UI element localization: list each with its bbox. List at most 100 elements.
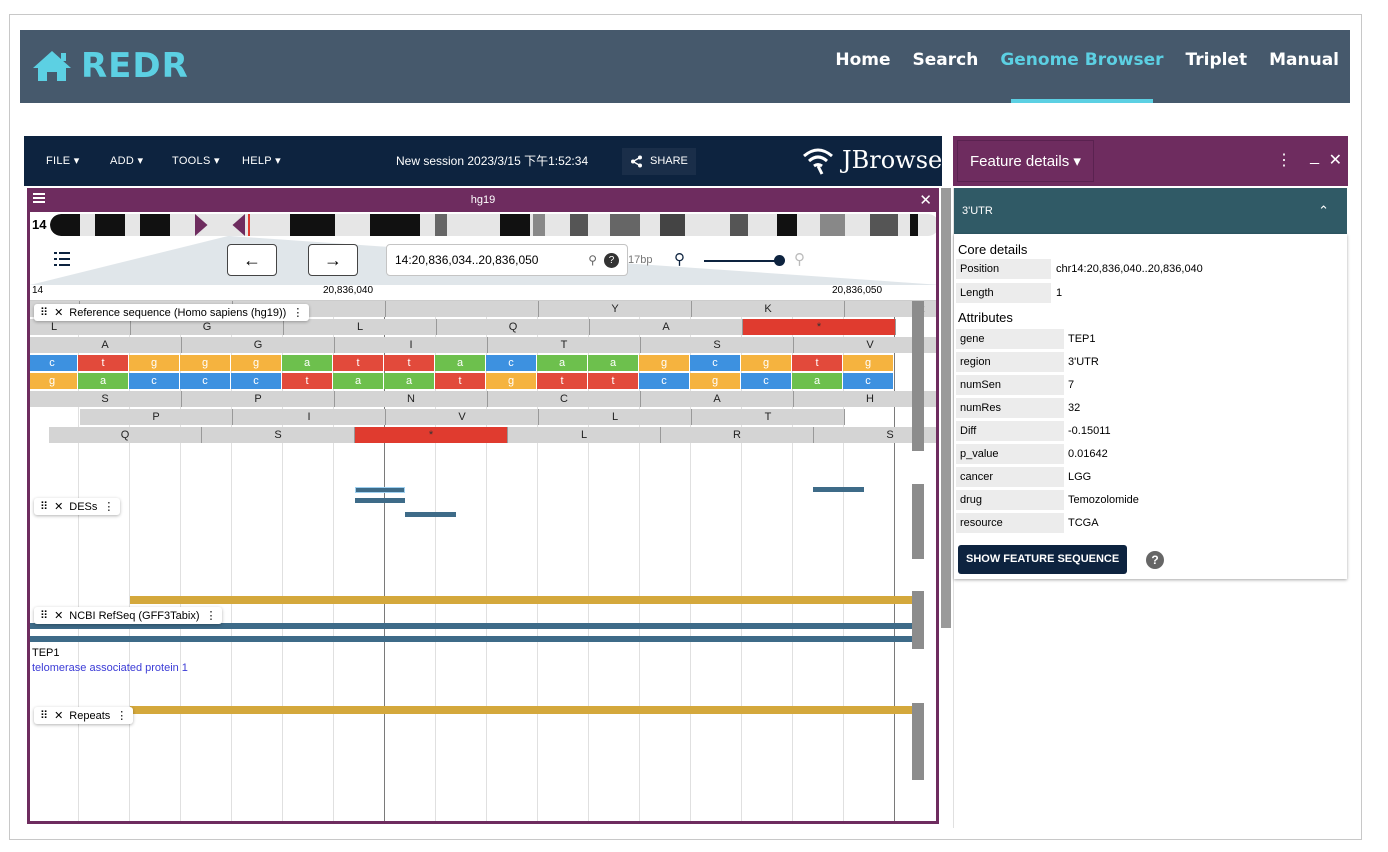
more-vert-icon[interactable]: ⋮	[1276, 150, 1292, 170]
ruler-tick: 20,836,040	[323, 285, 374, 296]
chevron-up-icon[interactable]: ⌃	[1318, 188, 1329, 234]
feature-details-title: Feature details	[970, 153, 1070, 170]
track-resize-bar[interactable]	[912, 591, 924, 649]
refseq-track-label[interactable]: ⠿ ✕ NCBI RefSeq (GFF3Tabix) ⋮	[34, 607, 223, 624]
zoom-in-icon[interactable]: ⚲	[794, 250, 805, 268]
nav-home[interactable]: Home	[824, 30, 901, 103]
tools-menu[interactable]: TOOLS ▾	[172, 136, 220, 186]
nav-triplet[interactable]: Triplet	[1175, 30, 1259, 103]
amino-acid-cell: L	[30, 319, 131, 335]
core-key: Position	[956, 259, 1051, 279]
track-menu-icon[interactable]: ⋮	[292, 306, 303, 319]
close-icon[interactable]: ✕	[1329, 150, 1342, 170]
jbrowse-logo-icon	[803, 148, 833, 175]
dess-track-label[interactable]: ⠿ ✕ DESs ⋮	[34, 498, 121, 515]
close-icon[interactable]: ✕	[54, 306, 63, 319]
base-cell: c	[843, 373, 894, 389]
feature-section-header[interactable]: 3'UTR ⌃	[954, 188, 1347, 234]
help-menu[interactable]: HELP ▾	[242, 136, 281, 186]
location-input[interactable]: 14:20,836,034..20,836,050 ⚲ ?	[386, 244, 628, 276]
feature-panel-header: Feature details ▾ ⋮ _ ✕	[953, 136, 1348, 186]
feature-details-menu[interactable]: Feature details ▾	[957, 140, 1094, 182]
search-icon[interactable]: ⚲	[588, 245, 597, 275]
track-resize-bar[interactable]	[912, 301, 924, 451]
amino-acid-cell: A	[641, 391, 794, 407]
zoom-slider-thumb[interactable]	[774, 255, 785, 266]
track-menu-icon[interactable]: ⋮	[103, 500, 114, 513]
track-menu-icon[interactable]: ⋮	[116, 709, 127, 722]
repeats-track-label[interactable]: ⠿ ✕ Repeats ⋮	[34, 707, 134, 724]
base-cell: g	[30, 373, 78, 389]
brand-name: REDR	[81, 46, 189, 86]
scrollbar-thumb[interactable]	[941, 188, 951, 628]
forward-sequence-row: ctgggattacaagcgtg	[30, 355, 924, 371]
core-value: 1	[1056, 287, 1063, 299]
share-button[interactable]: SHARE	[622, 148, 696, 175]
tools-menu-label: TOOLS	[172, 155, 211, 167]
amino-acid-cell: G	[182, 337, 335, 353]
amino-acid-cell: T	[692, 409, 845, 425]
close-icon[interactable]: ✕	[54, 709, 63, 722]
attr-row: numSen 7	[956, 375, 1345, 396]
drag-handle-icon[interactable]: ⠿	[40, 709, 48, 722]
refseq-utr-feature[interactable]	[130, 596, 924, 604]
drag-handle-icon[interactable]: ⠿	[40, 500, 48, 513]
base-cell: c	[486, 355, 537, 371]
jbrowse-logo-text: JBrowse	[842, 146, 943, 174]
zoom-slider-track[interactable]	[704, 260, 780, 262]
view-header: hg19 ✕	[30, 188, 936, 212]
position-ruler: 14 20,836,040 20,836,050	[30, 285, 936, 301]
amino-acid-cell: I	[335, 337, 488, 353]
track-resize-bar[interactable]	[912, 703, 924, 780]
refseq-track-name: NCBI RefSeq (GFF3Tabix)	[69, 609, 200, 622]
back-button[interactable]: ←	[227, 244, 277, 276]
drag-handle-icon[interactable]: ⠿	[40, 609, 48, 622]
show-feature-sequence-button[interactable]: SHOW FEATURE SEQUENCE	[958, 545, 1128, 574]
amino-acid-cell: L	[508, 427, 661, 443]
des-feature[interactable]	[355, 498, 405, 503]
share-icon	[631, 155, 642, 168]
refseq-transcript[interactable]	[30, 636, 924, 642]
base-cell: t	[792, 355, 843, 371]
des-feature[interactable]	[405, 512, 456, 517]
close-icon[interactable]: ✕	[54, 609, 63, 622]
core-value: chr14:20,836,040..20,836,040	[1056, 263, 1203, 275]
zoom-out-icon[interactable]: ⚲	[674, 250, 685, 268]
reference-track-label[interactable]: ⠿ ✕ Reference sequence (Homo sapiens (hg19…	[34, 304, 310, 321]
feature-details-card: Core details Position chr14:20,836,040..2…	[954, 234, 1347, 579]
close-icon[interactable]: ✕	[54, 500, 63, 513]
close-view-icon[interactable]: ✕	[919, 191, 932, 209]
nav-manual[interactable]: Manual	[1258, 30, 1350, 103]
zoom-control[interactable]: ⚲ ⚲	[674, 250, 834, 272]
forward-button[interactable]: →	[308, 244, 358, 276]
attr-key: Diff	[956, 421, 1064, 441]
bp-count: 17bp	[628, 254, 653, 266]
amino-acid-cell: L	[284, 319, 437, 335]
amino-acid-cell: P	[182, 391, 335, 407]
help-icon[interactable]: ?	[1146, 551, 1164, 569]
help-icon[interactable]: ?	[604, 253, 619, 268]
attr-value: TEP1	[1068, 333, 1096, 345]
base-cell: g	[129, 355, 180, 371]
nav-search[interactable]: Search	[902, 30, 990, 103]
des-feature[interactable]	[355, 487, 405, 493]
nav-genome-browser[interactable]: Genome Browser	[989, 30, 1174, 103]
brand-logo[interactable]: REDR	[31, 46, 189, 86]
base-cell: a	[435, 355, 486, 371]
attr-value: 7	[1068, 379, 1075, 391]
track-selector-icon[interactable]	[54, 252, 70, 271]
minimize-icon[interactable]: _	[1310, 148, 1319, 166]
share-label: SHARE	[650, 155, 688, 167]
add-menu[interactable]: ADD ▾	[110, 136, 143, 186]
gene-description: telomerase associated protein 1	[32, 662, 188, 674]
track-resize-bar[interactable]	[912, 484, 924, 559]
amino-acid-cell: S	[202, 427, 355, 443]
des-feature[interactable]	[813, 487, 864, 492]
file-menu[interactable]: FILE ▾	[46, 136, 80, 186]
session-name[interactable]: New session 2023/3/15 下午1:52:34	[396, 136, 644, 186]
track-menu-icon[interactable]: ⋮	[205, 609, 216, 622]
drag-handle-icon[interactable]: ⠿	[40, 306, 48, 319]
repeat-feature[interactable]	[130, 706, 924, 714]
attr-key: cancer	[956, 467, 1064, 487]
amino-acid-cell: Q	[437, 319, 590, 335]
